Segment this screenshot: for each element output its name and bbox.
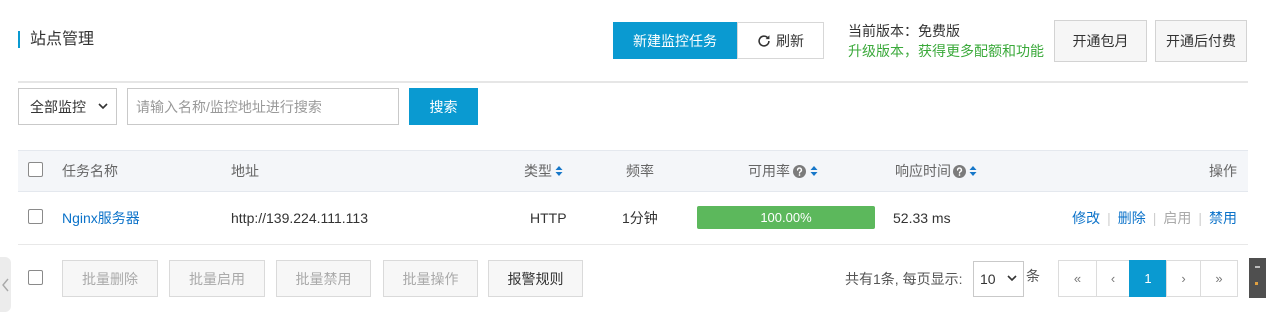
toolbar-dot	[1255, 282, 1258, 285]
next-page-button[interactable]: ›	[1166, 260, 1201, 297]
last-page-button[interactable]: »	[1200, 260, 1238, 297]
task-type: HTTP	[530, 210, 567, 226]
column-header-type[interactable]: 类型	[524, 151, 563, 191]
sort-icon	[810, 165, 818, 177]
column-header-actions: 操作	[1209, 163, 1237, 179]
question-icon[interactable]	[793, 164, 806, 178]
action-separator: |	[1198, 210, 1202, 226]
title-accent-bar	[18, 31, 20, 48]
page-size-select[interactable]: 10	[973, 261, 1024, 297]
header-divider	[18, 81, 1248, 83]
total-count-text: 共有1条, 每页显示:	[845, 270, 963, 287]
column-header-availability[interactable]: 可用率	[748, 151, 818, 191]
sort-icon	[969, 165, 977, 177]
batch-disable-button[interactable]: 批量禁用	[276, 260, 371, 297]
refresh-label: 刷新	[776, 32, 804, 49]
collapse-sidebar-handle[interactable]	[0, 257, 11, 312]
toolbar-mark	[1255, 266, 1260, 268]
floating-toolbar-toggle[interactable]	[1249, 258, 1266, 298]
table-row: Nginx服务器 http://139.224.111.113 HTTP 1分钟…	[18, 192, 1248, 245]
footer-select-all-checkbox[interactable]	[28, 270, 43, 285]
upgrade-link[interactable]: 升级版本，获得更多配额和功能	[848, 41, 1044, 61]
chevron-down-icon	[98, 102, 108, 110]
row-actions: 修改 | 删除 | 启用 | 禁用	[1072, 192, 1237, 244]
chevron-left-icon	[2, 278, 9, 292]
enable-action-link: 启用	[1163, 210, 1192, 226]
version-label: 当前版本：免费版	[848, 23, 960, 39]
task-name-link[interactable]: Nginx服务器	[62, 192, 140, 244]
response-time-value: 52.33 ms	[893, 210, 951, 226]
action-separator: |	[1152, 210, 1157, 226]
batch-delete-button[interactable]: 批量删除	[62, 260, 158, 297]
postpaid-button[interactable]: 开通后付费	[1155, 20, 1247, 62]
availability-value: 100.00%	[760, 210, 812, 225]
new-monitor-task-button[interactable]: 新建监控任务	[613, 22, 737, 59]
search-button[interactable]: 搜索	[409, 88, 478, 125]
page-1-button[interactable]: 1	[1129, 260, 1167, 297]
column-header-address: 地址	[231, 163, 259, 179]
column-header-response-time[interactable]: 响应时间	[895, 151, 977, 191]
task-address: http://139.224.111.113	[231, 210, 369, 226]
disable-action-link[interactable]: 禁用	[1209, 208, 1237, 228]
refresh-icon	[757, 34, 771, 48]
column-header-type-label: 类型	[524, 163, 552, 179]
column-header-availability-label: 可用率	[748, 163, 790, 179]
edit-action-link[interactable]: 修改	[1072, 208, 1100, 228]
search-input[interactable]	[127, 88, 399, 125]
page-title: 站点管理	[30, 31, 95, 48]
chevron-down-icon	[1007, 275, 1017, 282]
first-page-button[interactable]: «	[1058, 260, 1097, 297]
table-header: 任务名称 地址 类型 频率 可用率 响应时间 操作	[18, 150, 1248, 192]
version-info: 当前版本：免费版 升级版本，获得更多配额和功能	[848, 21, 1044, 61]
page-size-value: 10	[980, 271, 996, 287]
batch-operation-button[interactable]: 批量操作	[383, 260, 478, 297]
select-all-checkbox[interactable]	[28, 162, 43, 177]
column-header-response-time-label: 响应时间	[895, 163, 951, 179]
column-header-name: 任务名称	[62, 163, 118, 179]
prev-page-button[interactable]: ‹	[1096, 260, 1130, 297]
refresh-button[interactable]: 刷新	[737, 22, 824, 59]
alarm-rules-button[interactable]: 报警规则	[488, 260, 583, 297]
pagination: « ‹ 1 › »	[1058, 260, 1238, 297]
batch-enable-button[interactable]: 批量启用	[169, 260, 265, 297]
question-icon[interactable]	[953, 164, 966, 178]
availability-progress-bar: 100.00%	[697, 206, 875, 229]
sort-icon	[555, 165, 563, 177]
table-footer: 批量删除 批量启用 批量禁用 批量操作 报警规则 共有1条, 每页显示: 10 …	[18, 245, 1248, 312]
page-size-unit: 条	[1026, 267, 1040, 284]
monthly-subscription-button[interactable]: 开通包月	[1054, 20, 1147, 62]
monitor-filter-select[interactable]: 全部监控	[18, 88, 117, 125]
monitor-filter-value: 全部监控	[30, 98, 86, 115]
action-separator: |	[1107, 210, 1111, 226]
column-header-frequency: 频率	[626, 163, 654, 179]
task-frequency: 1分钟	[622, 210, 658, 226]
delete-action-link[interactable]: 删除	[1118, 208, 1146, 228]
row-checkbox[interactable]	[28, 209, 43, 224]
